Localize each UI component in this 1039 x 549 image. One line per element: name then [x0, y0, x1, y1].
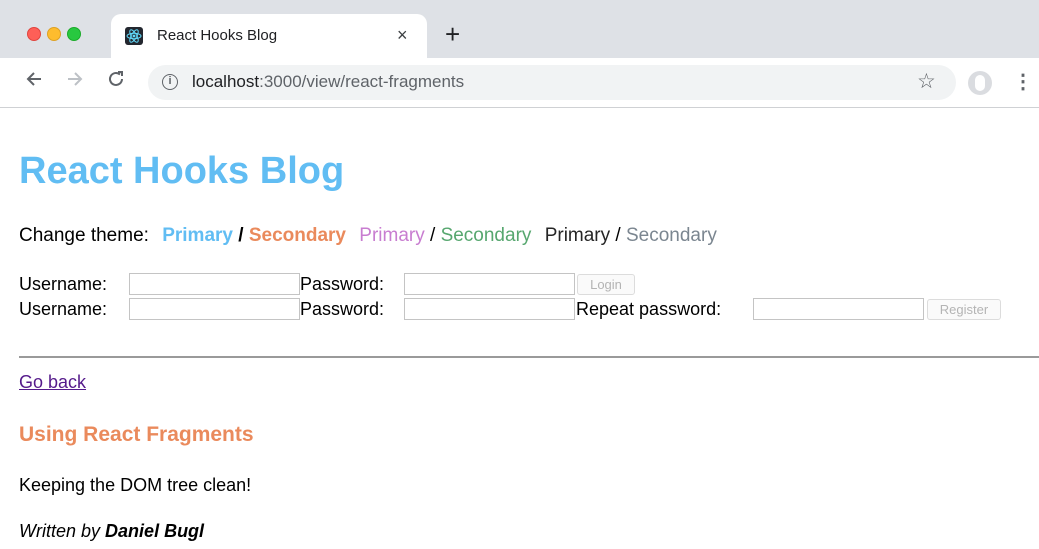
- theme-3-primary[interactable]: Primary: [545, 225, 610, 247]
- post-title: Using React Fragments: [19, 423, 254, 446]
- login-password-label: Password:: [300, 274, 385, 294]
- login-button[interactable]: Login: [577, 274, 635, 295]
- repeat-password-label: Repeat password:: [576, 299, 722, 319]
- browser-toolbar: i localhost:3000/view/react-fragments ☆ …: [0, 58, 1039, 108]
- tab-title: React Hooks Blog: [157, 27, 278, 44]
- theme-2-secondary[interactable]: Secondary: [441, 225, 532, 247]
- register-password-label: Password:: [300, 299, 385, 319]
- minimize-window-button[interactable]: [47, 27, 61, 41]
- login-username-label: Username:: [19, 274, 108, 294]
- maximize-window-button[interactable]: [67, 27, 81, 41]
- byline-prefix: Written by: [19, 521, 101, 541]
- theme-2-primary[interactable]: Primary: [359, 225, 424, 247]
- reload-icon: [109, 71, 123, 86]
- theme-1-separator: /: [238, 225, 244, 246]
- theme-2-separator: /: [430, 225, 436, 246]
- register-username-label: Username:: [19, 299, 108, 319]
- divider: [19, 356, 1039, 358]
- new-tab-button[interactable]: +: [445, 21, 460, 47]
- arrow-left-icon: [26, 72, 41, 86]
- address-bar[interactable]: i localhost:3000/view/react-fragments ☆: [148, 65, 956, 100]
- repeat-password-input[interactable]: [753, 298, 924, 320]
- theme-1-primary[interactable]: Primary: [162, 225, 233, 247]
- tab-react-hooks-blog[interactable]: React Hooks Blog ×: [111, 14, 427, 58]
- theme-1-secondary[interactable]: Secondary: [249, 225, 346, 247]
- back-button[interactable]: [25, 69, 43, 93]
- kebab-menu-icon[interactable]: ⋮: [1013, 70, 1033, 94]
- login-password-input[interactable]: [404, 273, 575, 295]
- page-title: React Hooks Blog: [19, 150, 345, 192]
- theme-3-separator: /: [615, 225, 621, 246]
- info-icon[interactable]: i: [162, 74, 178, 90]
- react-logo-icon: [125, 27, 143, 45]
- browser-chrome: React Hooks Blog × + i localhost:3000/vi…: [0, 0, 1039, 110]
- post-byline: Written by Daniel Bugl: [19, 521, 204, 542]
- login-username-input[interactable]: [129, 273, 300, 295]
- post-content: Keeping the DOM tree clean!: [19, 475, 252, 495]
- register-button[interactable]: Register: [927, 299, 1001, 320]
- close-tab-icon[interactable]: ×: [397, 24, 408, 46]
- tab-bar: React Hooks Blog × +: [0, 0, 1039, 58]
- post-author: Daniel Bugl: [105, 521, 205, 541]
- url-text[interactable]: localhost:3000/view/react-fragments: [192, 72, 464, 92]
- theme-switcher: Change theme: Primary / Secondary Primar…: [19, 225, 717, 247]
- arrow-right-icon: [68, 72, 83, 86]
- go-back-link[interactable]: Go back: [19, 372, 86, 393]
- star-icon[interactable]: ☆: [917, 69, 936, 95]
- reload-button[interactable]: [107, 69, 125, 93]
- register-password-input[interactable]: [404, 298, 575, 320]
- register-username-input[interactable]: [129, 298, 300, 320]
- theme-3-secondary[interactable]: Secondary: [626, 225, 717, 247]
- forward-button[interactable]: [66, 69, 84, 93]
- profile-avatar[interactable]: [968, 71, 992, 95]
- theme-label: Change theme:: [19, 225, 149, 246]
- close-window-button[interactable]: [27, 27, 41, 41]
